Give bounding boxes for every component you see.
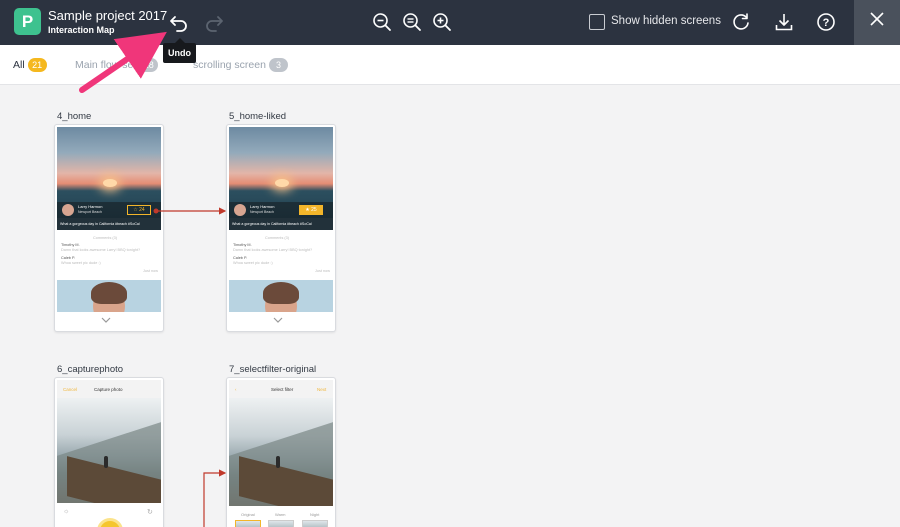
user-name: Larry Harmon — [78, 204, 103, 209]
screen-header: ‹ Select filter Next — [229, 380, 333, 398]
back-chevron-icon: ‹ — [235, 387, 237, 392]
zoom-out-icon[interactable] — [371, 11, 393, 33]
portrait-photo — [57, 280, 161, 312]
comment-text: Whoa sweet pic dude :) — [61, 261, 101, 265]
comment-text: Damn that looks awesome Larry! BBQ tonig… — [233, 248, 313, 252]
redo-icon[interactable] — [203, 11, 225, 33]
user-name: Larry Harmon — [250, 204, 275, 209]
tab-label: All — [13, 59, 25, 71]
view-subtitle: Interaction Map — [48, 25, 115, 35]
link-line — [203, 469, 227, 527]
refresh-icon[interactable] — [730, 11, 752, 33]
tab-count-badge: 3 — [268, 58, 288, 72]
tab-main-flow-set[interactable]: Main flow set 18 — [75, 58, 159, 72]
sun-icon: ☼ — [63, 508, 70, 515]
comments-header: Comments (3) — [93, 236, 118, 240]
tab-label: scrolling screen — [193, 59, 266, 71]
post-user-bar: Larry Harmon Newport Beach ★ 25 — [229, 202, 333, 218]
comment-text: Damn that looks awesome Larry! BBQ tonig… — [61, 248, 141, 252]
screen-card-5-home-liked[interactable]: Larry Harmon Newport Beach ★ 25 What a g… — [226, 124, 336, 332]
project-title[interactable]: Sample project 2017 — [48, 8, 167, 23]
filter-thumb — [268, 520, 294, 527]
avatar — [234, 204, 246, 216]
zoom-in-icon[interactable] — [431, 11, 453, 33]
tab-label: Main flow set — [75, 59, 137, 71]
post-caption: What a gorgeous day in California #beach… — [229, 218, 333, 230]
flip-camera-icon: ↻ — [147, 509, 153, 516]
tab-all[interactable]: All 21 — [13, 58, 47, 72]
close-icon — [870, 12, 884, 26]
post-time: Just now — [315, 269, 330, 273]
screen-name: 6_capturephoto — [57, 364, 124, 375]
portrait-photo — [229, 280, 333, 312]
svg-text:?: ? — [823, 17, 830, 29]
zoom-reset-icon[interactable] — [401, 11, 423, 33]
screen-card-6-capturephoto[interactable]: Cancel Capture photo ☼ ↻ — [54, 377, 164, 527]
filter-thumb-original — [235, 520, 261, 527]
top-bar: P Sample project 2017 Interaction Map Sh… — [0, 0, 900, 45]
comment-author: Timothy M. — [61, 243, 80, 247]
screen-header: Cancel Capture photo — [57, 380, 161, 398]
screen-card-7-selectfilter-original[interactable]: ‹ Select filter Next Original Warm Night — [226, 377, 336, 527]
chevron-down-icon — [273, 317, 283, 323]
next-label: Next — [317, 387, 327, 392]
chevron-down-icon — [101, 317, 111, 323]
post-user-bar: Larry Harmon Newport Beach ☆ 24 — [57, 202, 161, 218]
comment-text: Whoa sweet pic dude :) — [233, 261, 273, 265]
screen-card-4-home[interactable]: Larry Harmon Newport Beach ☆ 24 What a g… — [54, 124, 164, 332]
screen-title: Capture photo — [94, 387, 123, 392]
user-location: Newport Beach — [78, 210, 102, 214]
filter-label: Original — [241, 512, 255, 517]
comment-author: Caleb P. — [233, 256, 248, 260]
app-logo[interactable]: P — [14, 8, 41, 35]
undo-tooltip: Undo — [163, 38, 196, 63]
avatar — [62, 204, 74, 216]
screen-name: 4_home — [57, 111, 92, 122]
tab-count-badge: 18 — [139, 58, 159, 72]
screen-name: 7_selectfilter-original — [229, 364, 317, 375]
like-hotspot[interactable]: ☆ 24 — [127, 205, 151, 215]
download-icon[interactable] — [773, 11, 795, 33]
shutter-button — [97, 518, 123, 527]
undo-icon[interactable] — [168, 11, 190, 33]
liked-badge: ★ 25 — [299, 205, 323, 215]
show-hidden-label[interactable]: Show hidden screens — [611, 15, 721, 27]
cancel-label: Cancel — [63, 387, 78, 392]
filter-label: Warm — [275, 512, 286, 517]
post-caption: What a gorgeous day in California #beach… — [57, 218, 161, 230]
screen-name: 5_home-liked — [229, 111, 287, 122]
help-icon[interactable]: ? — [815, 11, 837, 33]
comment-author: Caleb P. — [61, 256, 76, 260]
user-location: Newport Beach — [250, 210, 274, 214]
filter-label: Night — [310, 512, 320, 517]
show-hidden-checkbox[interactable] — [589, 14, 605, 30]
tab-count-badge: 21 — [27, 58, 47, 72]
mountain-photo — [57, 398, 161, 503]
post-time: Just now — [143, 269, 158, 273]
tab-scrolling-screen[interactable]: scrolling screen 3 — [193, 58, 288, 72]
mountain-photo — [229, 398, 333, 506]
close-button[interactable] — [854, 0, 900, 45]
comment-author: Timothy M. — [233, 243, 252, 247]
filter-thumb — [302, 520, 328, 527]
screen-title: Select filter — [271, 387, 294, 392]
comments-header: Comments (3) — [265, 236, 290, 240]
screen-set-tabs: All 21 Main flow set 18 scrolling screen 3 — [0, 45, 900, 85]
